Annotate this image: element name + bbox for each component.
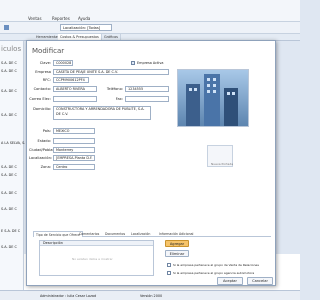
rfc-label: RFC: — [42, 78, 51, 82]
list-item[interactable]: A LA SELVA, S. — [1, 141, 25, 145]
list-item[interactable]: S.A. DE C — [1, 89, 17, 93]
telefono-field[interactable]: 1234555 — [125, 86, 169, 92]
clave-label: Clave: — [39, 61, 51, 65]
ciudad-label: Ciudad/Población: — [29, 148, 62, 152]
list-item[interactable]: S.A. DE C — [1, 207, 17, 211]
tab-documentos[interactable]: Documentos — [103, 231, 127, 237]
telefono-label: Teléfono: — [106, 87, 123, 91]
agregar-button[interactable]: Agregar — [165, 240, 189, 247]
menu-ventas[interactable]: Ventas — [28, 16, 42, 21]
zona-select[interactable]: Centro — [53, 164, 95, 170]
cancelar-button[interactable]: Cancelar — [247, 277, 273, 285]
list-item[interactable]: S.A. DE C — [1, 69, 17, 73]
empresa-field[interactable]: CASETA DE PEAJE UNITE S.A. DE C.V. — [53, 69, 169, 75]
tab-info-adicional[interactable]: Información Adicional — [157, 231, 195, 237]
activa-label: Empresa Activa — [137, 61, 164, 65]
dialog-title: Modificar — [32, 47, 65, 55]
ciudad-select[interactable]: Monterrey — [53, 147, 95, 153]
status-bar: Administrador : Iulia Cesar Lozad Versió… — [0, 290, 300, 300]
contacto-label: Contacto: — [33, 87, 51, 91]
status-version: Versión 2000 — [140, 294, 163, 298]
domicilio-field[interactable]: CONSTRUCTORA Y ARRENDADORA DE PUBLITE, S… — [53, 106, 151, 120]
grupo-venta-label: Si la empresa pertenece al grupo de Vent… — [173, 263, 259, 267]
list-item[interactable]: S.A. DE C — [1, 245, 17, 249]
menubar: Ventas Reportes Ayuda — [0, 0, 300, 22]
activa-checkbox[interactable] — [131, 61, 135, 65]
photo-placeholder[interactable]: Nueva Portada — [207, 145, 233, 167]
grupo-venta-checkbox[interactable] — [167, 263, 171, 267]
list-item[interactable]: S.A. DE C — [1, 173, 17, 177]
app-icon — [4, 25, 9, 30]
list-item[interactable]: S.A. DE C — [1, 113, 17, 117]
panel-title: iculos — [1, 45, 22, 53]
contacto-field[interactable]: ALBERTO RIVERA — [53, 86, 97, 92]
cancelar-label: Cancelar — [252, 279, 268, 283]
localizacion-label: Localización: — [29, 156, 53, 160]
location-combo[interactable]: Localización: [Todas] — [60, 24, 112, 31]
list-item[interactable]: S.A. DE C — [1, 191, 17, 195]
grupo-agencia-checkbox[interactable] — [167, 271, 171, 275]
menu-reportes[interactable]: Reportes — [52, 16, 70, 21]
list-header: Descripción — [40, 241, 153, 246]
dialog-tabs: Tipo de Servicio que Ofrece Comentarios … — [33, 231, 271, 237]
pais-label: País: — [42, 129, 51, 133]
left-list-panel: iculos S.A. DE C S.A. DE C S.A. DE C S.A… — [0, 41, 25, 291]
eliminar-button[interactable]: Eliminar — [165, 250, 189, 257]
company-image — [177, 69, 249, 127]
list-item[interactable]: S.A. DE C — [1, 61, 17, 65]
localizacion-select[interactable]: [EMPRESA-Planta D.F. — [53, 155, 95, 161]
eliminar-label: Eliminar — [169, 252, 185, 256]
fax-field[interactable] — [125, 96, 169, 102]
correo-field[interactable] — [53, 96, 97, 102]
photo-caption: Nueva Portada — [211, 162, 234, 166]
toolbar: Localización: [Todas] — [0, 22, 300, 34]
pais-select[interactable]: MEXICO — [53, 128, 95, 134]
list-header-label: Descripción — [43, 241, 63, 245]
tab-tipo-servicio[interactable]: Tipo de Servicio que Ofrece — [33, 231, 83, 237]
list-empty-text: No existen datos a mostrar — [72, 257, 113, 261]
list-item[interactable]: S.A. DE C — [1, 165, 17, 169]
menu-ayuda[interactable]: Ayuda — [78, 16, 90, 21]
list-item[interactable]: E S.A. DE C — [1, 229, 20, 233]
estado-label: Estado: — [37, 139, 51, 143]
aceptar-label: Aceptar — [223, 279, 237, 283]
grupo-agencia-label: Si la empresa pertenece al grupo agencia… — [173, 271, 255, 275]
fax-label: Fax: — [115, 97, 123, 101]
status-user: Administrador : Iulia Cesar Lozad — [40, 294, 97, 298]
clave-field[interactable]: C000028 — [53, 60, 73, 66]
aceptar-button[interactable]: Aceptar — [217, 277, 243, 285]
domicilio-label: Domicilio: — [33, 107, 51, 111]
modify-dialog: Modificar Clave: C000028 Empresa Activa … — [26, 40, 276, 286]
empresa-label: Empresa — [35, 70, 51, 74]
tab-localizacion[interactable]: Localización — [129, 231, 152, 237]
agregar-label: Agregar — [169, 242, 185, 246]
zona-label: Zona: — [40, 165, 51, 169]
correo-label: Correo Elec: — [29, 97, 51, 101]
service-list[interactable]: Descripción No existen datos a mostrar — [39, 240, 154, 276]
tab-comentarios[interactable]: Comentarios — [77, 231, 101, 237]
estado-select[interactable] — [53, 138, 95, 144]
rfc-field[interactable]: CCPM900612PF4 — [53, 77, 89, 83]
